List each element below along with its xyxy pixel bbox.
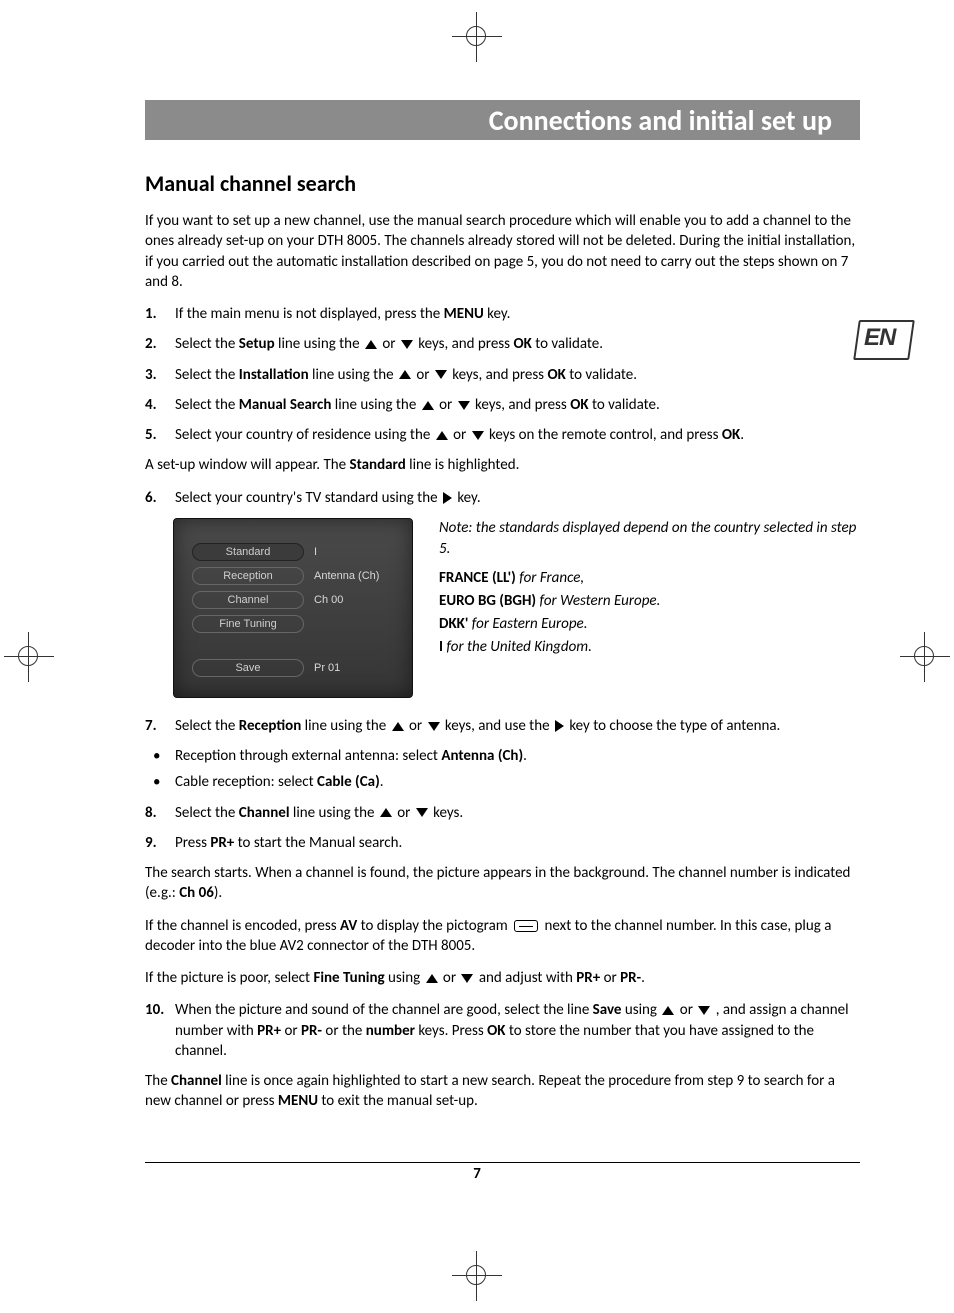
language-badge-text: EN [864, 324, 895, 352]
step-7: 7. Select the Reception line using the o… [145, 716, 860, 736]
step-7-sub-b: Cable reception: select Cable (Ca). [145, 772, 860, 792]
chapter-title: Connections and initial set up [489, 103, 832, 138]
manual-page: EN Connections and initial set up Manual… [0, 0, 954, 1313]
up-arrow-icon [380, 808, 392, 817]
down-arrow-icon [461, 974, 473, 983]
up-arrow-icon [662, 1006, 674, 1015]
between-5-6: A set-up window will appear. The Standar… [145, 455, 860, 475]
page-footer-rule [145, 1162, 860, 1163]
step-3: 3. Select the Installation line using th… [145, 365, 860, 385]
encoded-pictogram-icon [514, 920, 538, 932]
step-9: 9. Press PR+ to start the Manual search. [145, 833, 860, 853]
crop-mark-bottom [452, 1251, 502, 1301]
up-arrow-icon [422, 401, 434, 410]
content-area: Connections and initial set up Manual ch… [145, 100, 860, 1124]
crop-mark-top [452, 12, 502, 62]
up-arrow-icon [392, 722, 404, 731]
up-arrow-icon [399, 370, 411, 379]
shot-value-standard: I [314, 546, 317, 558]
down-arrow-icon [472, 431, 484, 440]
step-5: 5. Select your country of residence usin… [145, 425, 860, 445]
up-arrow-icon [426, 974, 438, 983]
step-7-sublist: Reception through external antenna: sele… [145, 746, 860, 793]
crop-mark-right [900, 632, 950, 682]
shot-label-finetuning: Fine Tuning [192, 615, 304, 633]
shot-label-standard: Standard [192, 543, 304, 561]
up-arrow-icon [436, 431, 448, 440]
right-arrow-icon [443, 492, 452, 504]
step-2: 2. Select the Setup line using the or ke… [145, 334, 860, 354]
down-arrow-icon [401, 340, 413, 349]
step-10: 10. When the picture and sound of the ch… [145, 1000, 860, 1061]
right-arrow-icon [555, 720, 564, 732]
step-8: 8. Select the Channel line using the or … [145, 803, 860, 823]
down-arrow-icon [428, 722, 440, 731]
step-1: 1. If the main menu is not displayed, pr… [145, 304, 860, 324]
closing-paragraph: The Channel line is once again highlight… [145, 1071, 860, 1112]
steps-list-2: 6. Select your country's TV standard usi… [145, 488, 860, 508]
after-9c: If the picture is poor, select Fine Tuni… [145, 968, 860, 988]
step-7-sub-a: Reception through external antenna: sele… [145, 746, 860, 766]
shot-value-reception: Antenna (Ch) [314, 570, 379, 582]
chapter-header: Connections and initial set up [145, 100, 860, 140]
shot-label-channel: Channel [192, 591, 304, 609]
up-arrow-icon [365, 340, 377, 349]
section-heading: Manual channel search [145, 170, 860, 197]
down-arrow-icon [698, 1006, 710, 1015]
screenshot-row: Standard I Reception Antenna (Ch) Channel C… [173, 518, 860, 698]
tv-menu-screenshot: Standard I Reception Antenna (Ch) Channel C… [173, 518, 413, 698]
intro-paragraph: If you want to set up a new channel, use… [145, 211, 860, 292]
page-number: 7 [0, 1165, 954, 1183]
shot-value-save: Pr 01 [314, 662, 340, 674]
steps-list-4: 8. Select the Channel line using the or … [145, 803, 860, 854]
down-arrow-icon [416, 808, 428, 817]
down-arrow-icon [458, 401, 470, 410]
steps-list-5: 10. When the picture and sound of the ch… [145, 1000, 860, 1061]
standards-note-intro: Note: the standards displayed depend on … [439, 518, 860, 560]
steps-list-3: 7. Select the Reception line using the o… [145, 716, 860, 736]
down-arrow-icon [435, 370, 447, 379]
shot-label-save: Save [192, 659, 304, 677]
step-6: 6. Select your country's TV standard usi… [145, 488, 860, 508]
after-9a: The search starts. When a channel is fou… [145, 863, 860, 904]
after-9b: If the channel is encoded, press AV to d… [145, 916, 860, 957]
step-4: 4. Select the Manual Search line using t… [145, 395, 860, 415]
crop-mark-left [4, 632, 54, 682]
shot-value-channel: Ch 00 [314, 594, 343, 606]
steps-list: 1. If the main menu is not displayed, pr… [145, 304, 860, 445]
shot-label-reception: Reception [192, 567, 304, 585]
standards-notes: Note: the standards displayed depend on … [439, 518, 860, 660]
